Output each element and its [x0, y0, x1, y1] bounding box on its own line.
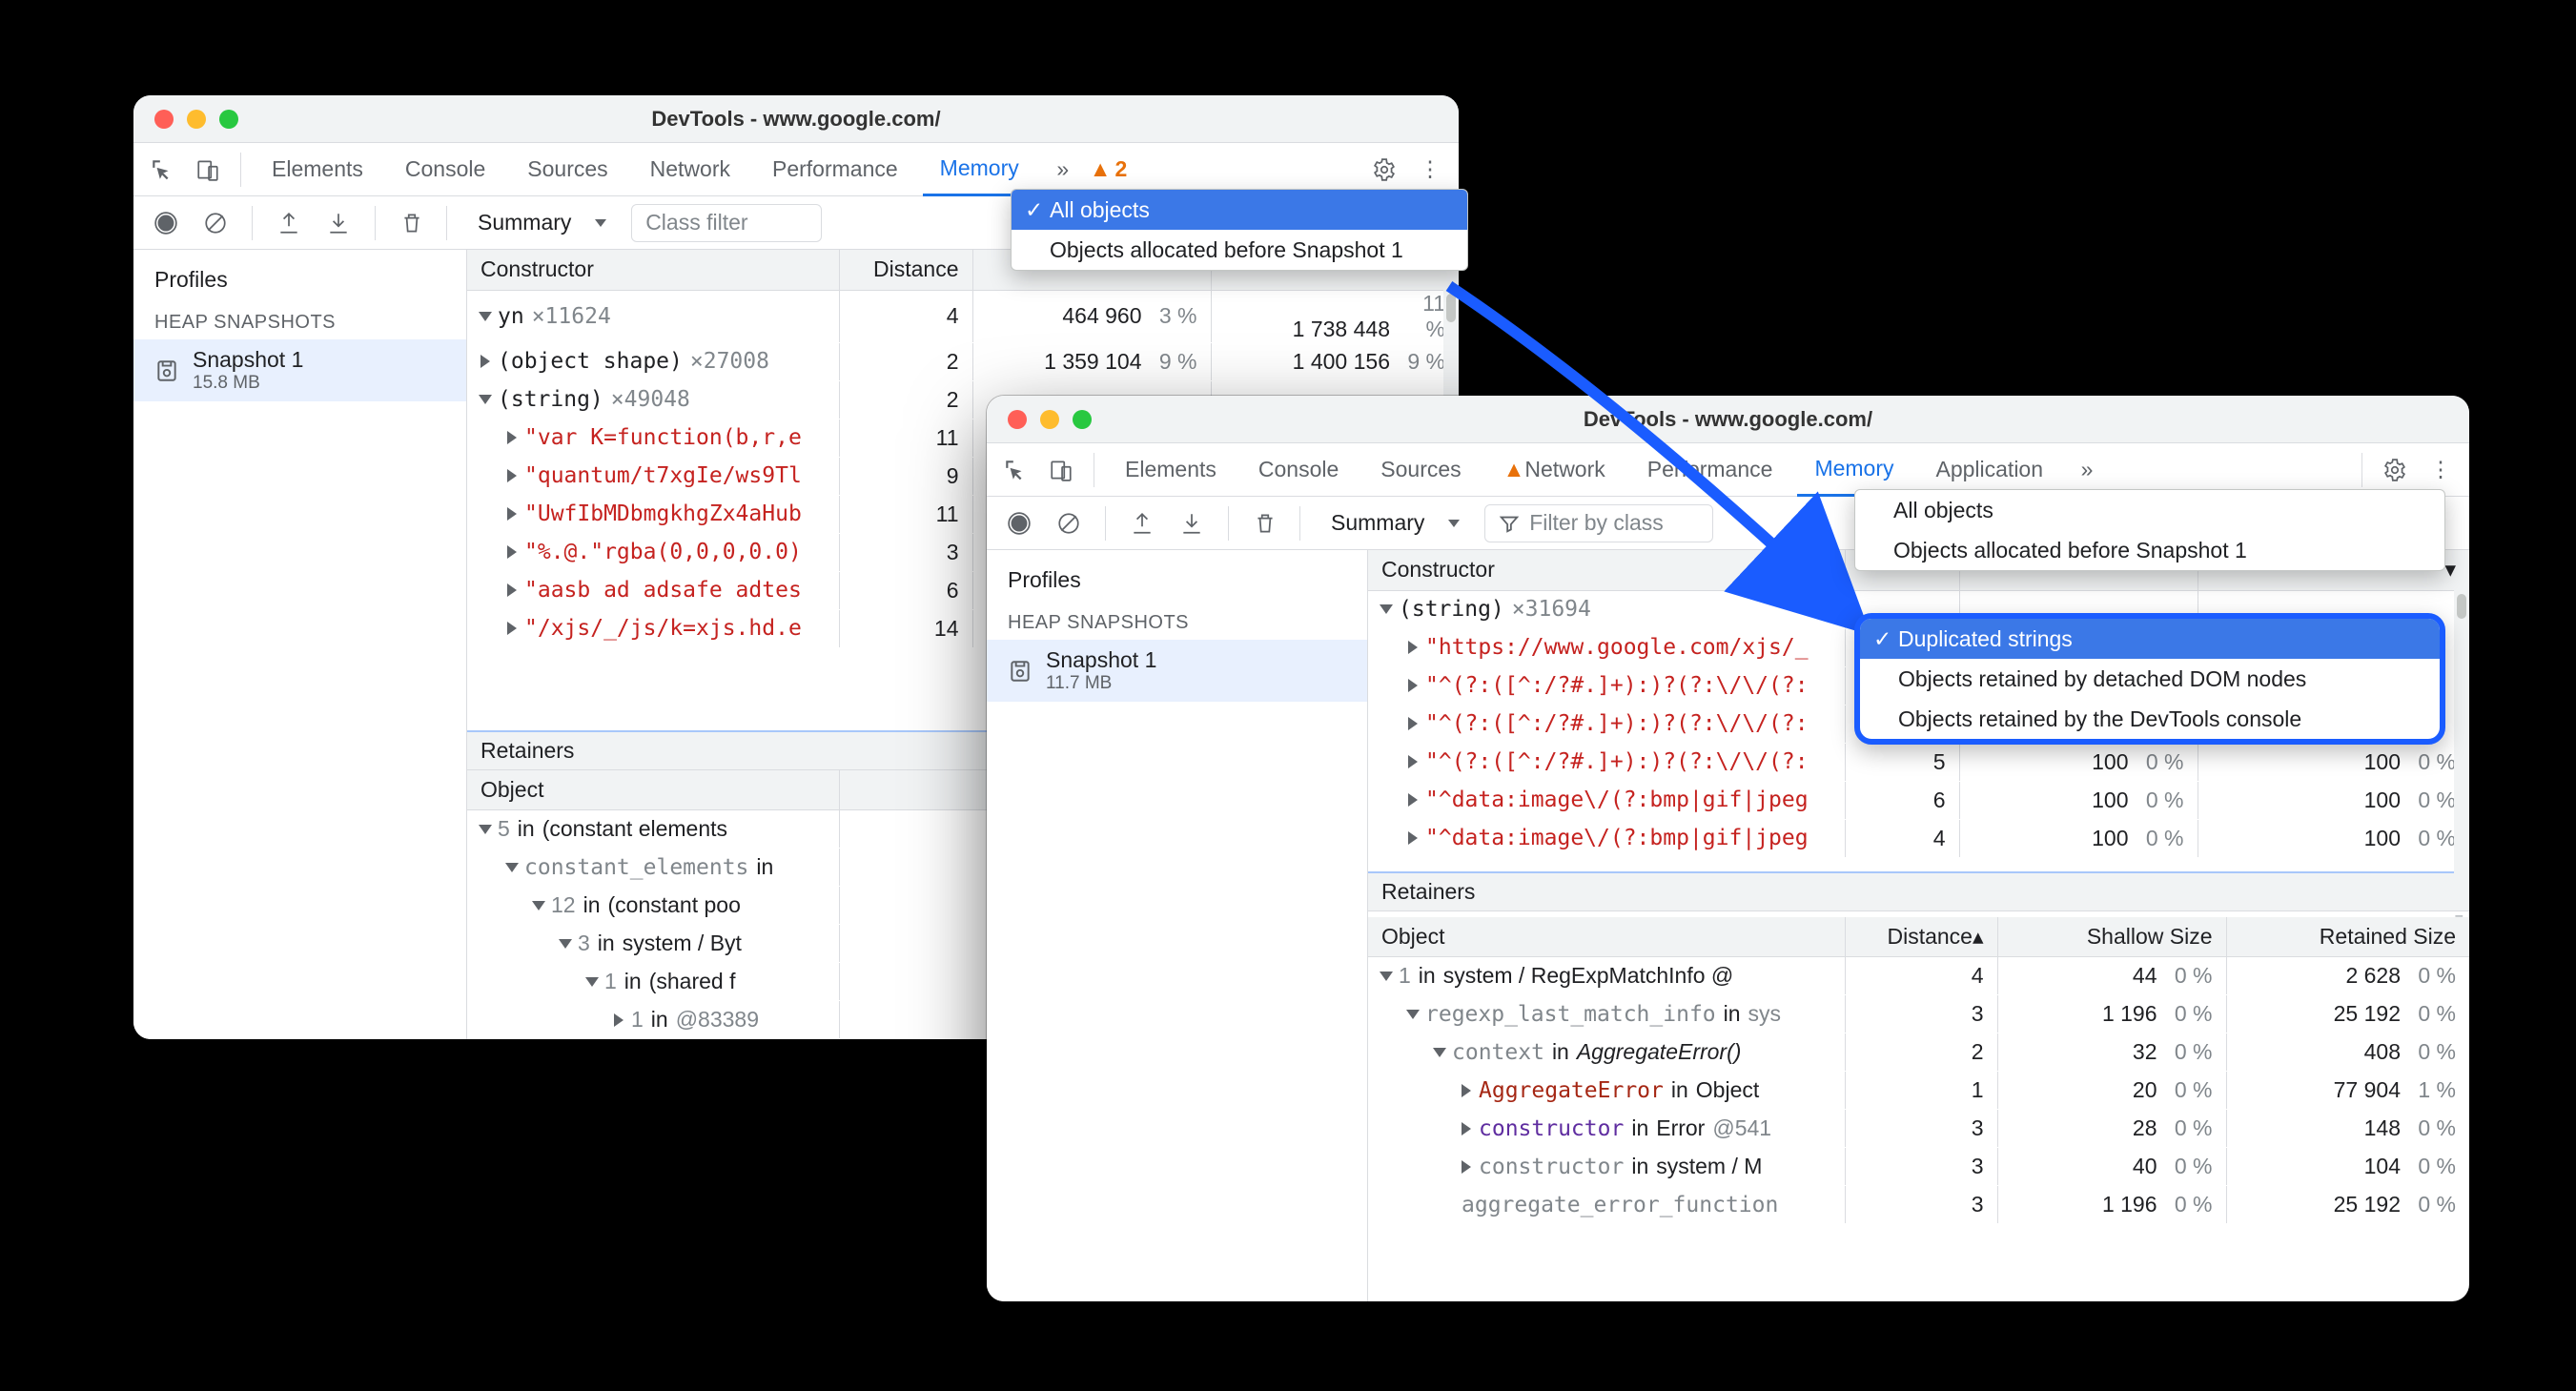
close-window-button[interactable]	[1008, 410, 1027, 429]
col-distance[interactable]: Distance	[839, 250, 972, 290]
table-row[interactable]: context in AggregateError()2320 %4080 %	[1368, 1033, 2469, 1072]
kebab-menu-icon[interactable]: ⋮	[1411, 151, 1449, 189]
record-icon[interactable]	[1000, 504, 1038, 542]
snapshot-icon	[154, 358, 179, 383]
menu-all-objects[interactable]: All objects	[1012, 190, 1467, 230]
ret-col-distance[interactable]: Distance▴	[1845, 917, 1997, 957]
tab-elements[interactable]: Elements	[1108, 443, 1234, 497]
snapshot-item[interactable]: Snapshot 1 15.8 MB	[133, 339, 466, 401]
tab-performance[interactable]: Performance	[755, 143, 915, 196]
retainers-heading: Retainers	[1368, 871, 2469, 911]
tab-network[interactable]: Network	[633, 143, 747, 196]
table-row[interactable]: constructor in system / M3400 %1040 %	[1368, 1148, 2469, 1186]
tab-elements[interactable]: Elements	[255, 143, 380, 196]
upload-icon[interactable]	[270, 204, 308, 242]
scrollbar[interactable]	[2454, 590, 2469, 910]
snapshot-item[interactable]: Snapshot 1 11.7 MB	[987, 640, 1367, 702]
table-row[interactable]: AggregateError in Object1200 %77 9041 %	[1368, 1072, 2469, 1110]
table-row[interactable]: "^data:image\/(?:bmp|gif|jpeg41000 %1000…	[1368, 819, 2469, 857]
menu-detached-dom[interactable]: Objects retained by detached DOM nodes	[1860, 659, 2440, 699]
col-constructor[interactable]: Constructor	[1368, 550, 1845, 590]
col-constructor[interactable]: Constructor	[467, 250, 839, 290]
heap-snapshots-label: HEAP SNAPSHOTS	[133, 302, 466, 339]
gear-icon[interactable]	[1365, 151, 1403, 189]
device-toolbar-icon[interactable]	[1042, 451, 1080, 489]
table-row[interactable]: constructor in Error @5413280 %1480 %	[1368, 1110, 2469, 1148]
menu-duplicated-strings[interactable]: Duplicated strings	[1860, 619, 2440, 659]
titlebar: DevTools - www.google.com/	[133, 95, 1459, 143]
menu-devtools-console[interactable]: Objects retained by the DevTools console	[1860, 699, 2440, 739]
clear-icon[interactable]	[196, 204, 235, 242]
summary-select[interactable]: Summary	[462, 204, 622, 242]
minimize-window-button[interactable]	[187, 110, 206, 129]
trash-icon[interactable]	[393, 204, 431, 242]
tab-sources[interactable]: Sources	[1363, 443, 1478, 497]
table-row[interactable]: "^data:image\/(?:bmp|gif|jpeg61000 %1000…	[1368, 781, 2469, 819]
close-window-button[interactable]	[154, 110, 174, 129]
window-title: DevTools - www.google.com/	[1008, 407, 2448, 432]
device-toolbar-icon[interactable]	[189, 151, 227, 189]
snapshot-size: 15.8 MB	[193, 373, 303, 394]
table-row[interactable]: "^(?:([^:/?#.]+):)?(?:\/\/(?:51000 %1000…	[1368, 743, 2469, 781]
snapshot-icon	[1008, 659, 1032, 684]
tab-console[interactable]: Console	[388, 143, 502, 196]
snapshot-name: Snapshot 1	[193, 347, 303, 373]
summary-select[interactable]: Summary	[1316, 504, 1475, 542]
profiles-sidebar: Profiles HEAP SNAPSHOTS Snapshot 1 11.7 …	[987, 550, 1368, 1301]
menu-before-snapshot[interactable]: Objects allocated before Snapshot 1	[1855, 530, 2444, 570]
more-tabs-icon[interactable]: »	[2068, 451, 2106, 489]
kebab-menu-icon[interactable]: ⋮	[2422, 451, 2460, 489]
table-row[interactable]: yn ×116244464 9603 %1 738 44811 %	[467, 290, 1459, 342]
filter-menu-top[interactable]: All objects Objects allocated before Sna…	[1854, 489, 2445, 571]
heap-snapshots-label: HEAP SNAPSHOTS	[987, 603, 1367, 640]
more-tabs-icon[interactable]: »	[1044, 151, 1082, 189]
devtools-window-2: DevTools - www.google.com/ Elements Cons…	[987, 396, 2469, 1301]
filter-icon	[1499, 513, 1520, 534]
upload-icon[interactable]	[1123, 504, 1161, 542]
ret-col-retained[interactable]: Retained Size	[2226, 917, 2469, 957]
tab-performance[interactable]: Performance	[1630, 443, 1790, 497]
table-row[interactable]: regexp_last_match_info in sys31 1960 %25…	[1368, 995, 2469, 1033]
zoom-window-button[interactable]	[1073, 410, 1092, 429]
table-row[interactable]: 1 in system / RegExpMatchInfo @4440 %2 6…	[1368, 957, 2469, 995]
inspect-icon[interactable]	[996, 451, 1034, 489]
clear-icon[interactable]	[1050, 504, 1088, 542]
zoom-window-button[interactable]	[219, 110, 238, 129]
tab-network[interactable]: ▲ Network	[1486, 443, 1623, 497]
window-title: DevTools - www.google.com/	[154, 107, 1438, 132]
tab-console[interactable]: Console	[1241, 443, 1356, 497]
profiles-sidebar: Profiles HEAP SNAPSHOTS Snapshot 1 15.8 …	[133, 250, 467, 1039]
filter-menu-new[interactable]: Duplicated strings Objects retained by d…	[1854, 613, 2445, 745]
snapshot-name: Snapshot 1	[1046, 647, 1156, 673]
ret-col-object[interactable]: Object	[467, 770, 839, 810]
profiles-heading: Profiles	[133, 250, 466, 302]
filter-menu[interactable]: All objects Objects allocated before Sna…	[1011, 189, 1468, 271]
download-icon[interactable]	[319, 204, 358, 242]
record-icon[interactable]	[147, 204, 185, 242]
inspect-icon[interactable]	[143, 151, 181, 189]
download-icon[interactable]	[1173, 504, 1211, 542]
menu-all-objects[interactable]: All objects	[1855, 490, 2444, 530]
menu-before-snapshot[interactable]: Objects allocated before Snapshot 1	[1012, 230, 1467, 270]
snapshot-size: 11.7 MB	[1046, 673, 1156, 694]
titlebar: DevTools - www.google.com/	[987, 396, 2469, 443]
warnings-badge[interactable]: ▲ 2	[1090, 156, 1128, 182]
filter-by-class-input[interactable]: Filter by class	[1484, 504, 1713, 542]
profiles-heading: Profiles	[987, 550, 1367, 603]
tab-sources[interactable]: Sources	[510, 143, 624, 196]
ret-col-object[interactable]: Object	[1368, 917, 1845, 957]
table-row[interactable]: (object shape) ×2700821 359 1049 %1 400 …	[467, 342, 1459, 380]
class-filter-input[interactable]: Class filter	[631, 204, 822, 242]
gear-icon[interactable]	[2376, 451, 2414, 489]
retainers-table: Object Distance▴ Shallow Size Retained S…	[1368, 917, 2469, 1225]
trash-icon[interactable]	[1246, 504, 1284, 542]
minimize-window-button[interactable]	[1040, 410, 1059, 429]
ret-col-shallow[interactable]: Shallow Size	[1997, 917, 2226, 957]
table-row[interactable]: aggregate_error_function31 1960 %25 1920…	[1368, 1186, 2469, 1224]
